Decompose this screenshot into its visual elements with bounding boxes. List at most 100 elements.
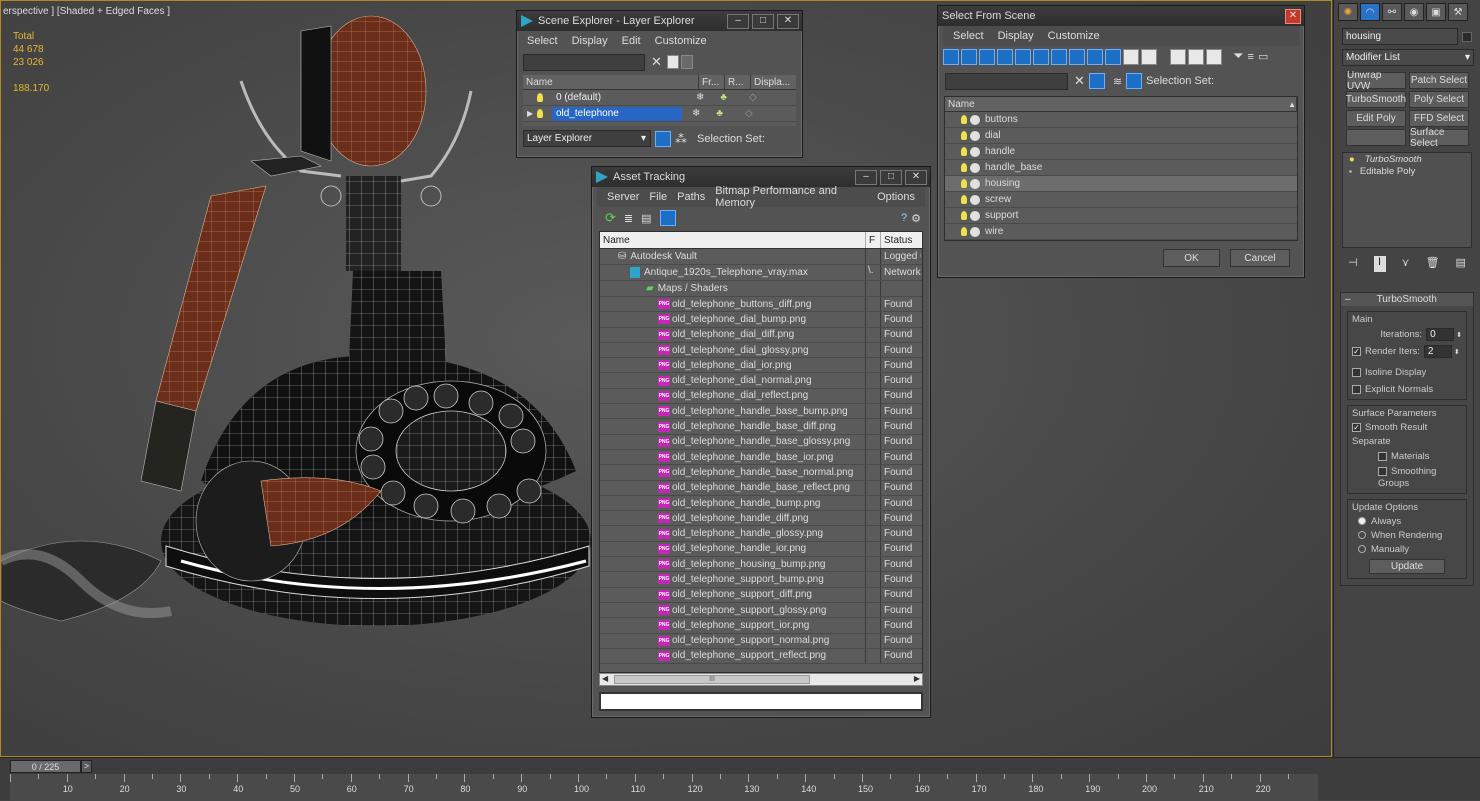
light-bulb-icon[interactable]: ●: [1349, 154, 1355, 165]
asset-row[interactable]: PNG old_telephone_dial_bump.png Found: [600, 312, 922, 328]
col-status[interactable]: Status: [881, 232, 921, 248]
funnel-icon[interactable]: ⏷: [1233, 48, 1243, 63]
hierarchy-icon[interactable]: ⁂: [675, 132, 687, 146]
object-name-input[interactable]: housing: [1342, 28, 1459, 45]
layer-row[interactable]: 0 (default) ❄ ♣ ◇: [523, 90, 796, 106]
isoline-checkbox[interactable]: [1352, 367, 1361, 377]
close-button[interactable]: ✕: [905, 169, 927, 185]
object-row[interactable]: screw: [945, 192, 1297, 208]
asset-row[interactable]: PNG old_telephone_dial_ior.png Found: [600, 358, 922, 374]
asset-row[interactable]: PNG old_telephone_handle_base_bump.png Fou…: [600, 404, 922, 420]
layers-icon[interactable]: ≋: [1113, 75, 1122, 88]
filter-xrefs-icon[interactable]: [1069, 49, 1085, 66]
asset-row[interactable]: PNG old_telephone_handle_base_normal.png F…: [600, 465, 922, 481]
utilities-tab-icon[interactable]: ⚒: [1448, 3, 1468, 21]
horizontal-scrollbar[interactable]: ◀ III ▶: [599, 673, 923, 686]
col-name[interactable]: Name: [523, 75, 699, 89]
update-button[interactable]: Update: [1369, 559, 1445, 574]
pin-stack-icon[interactable]: ⊣: [1348, 256, 1358, 272]
menu-select[interactable]: Select: [953, 30, 984, 42]
scene-explorer-titlebar[interactable]: Scene Explorer - Layer Explorer – □ ✕: [517, 11, 802, 31]
col-flag[interactable]: F: [866, 232, 881, 248]
table-view-icon[interactable]: ▤: [641, 212, 651, 225]
asset-row[interactable]: PNG old_telephone_dial_glossy.png Found: [600, 342, 922, 359]
select-search-input[interactable]: [945, 72, 1068, 90]
spinner-arrows-icon[interactable]: ⬍: [1454, 348, 1460, 356]
iterations-spinner[interactable]: 0: [1426, 328, 1455, 341]
configure-sets-icon[interactable]: ▤: [1456, 256, 1466, 272]
asset-row[interactable]: PNG old_telephone_dial_reflect.png Found: [600, 388, 922, 405]
asset-row[interactable]: PNG old_telephone_support_glossy.png Found: [600, 602, 922, 619]
stack-item[interactable]: ▪ Editable Poly: [1343, 165, 1471, 177]
scene-explorer-search-input[interactable]: [523, 53, 645, 71]
poly-select-button[interactable]: Poly Select: [1409, 91, 1469, 108]
when-rendering-radio[interactable]: [1358, 531, 1366, 540]
col-name[interactable]: Name: [600, 232, 866, 248]
help-icon[interactable]: ?: [901, 212, 907, 224]
scroll-left-icon[interactable]: ◀: [602, 674, 608, 683]
menu-edit[interactable]: Edit: [622, 35, 641, 47]
light-bulb-icon[interactable]: [537, 93, 543, 102]
filter-helpers-icon[interactable]: [1015, 49, 1031, 66]
light-bulb-icon[interactable]: [961, 195, 967, 204]
refresh-icon[interactable]: ⟳: [605, 210, 616, 226]
freeze-icon[interactable]: ❄: [696, 92, 704, 103]
maps-group-row[interactable]: ▰ Maps / Shaders: [600, 281, 922, 297]
modify-tab-icon[interactable]: ◠: [1360, 3, 1380, 21]
time-ruler[interactable]: 10 20 30 40 50 60 70 80 90 100 110 120 130 140 150 160 1…: [10, 774, 1318, 801]
object-row[interactable]: buttons: [945, 112, 1297, 128]
menu-display[interactable]: Display: [998, 30, 1034, 42]
scroll-right-icon[interactable]: ▶: [914, 674, 920, 683]
remove-modifier-icon[interactable]: 🗑: [1426, 256, 1440, 272]
clear-search-icon[interactable]: ✕: [651, 54, 662, 70]
explicit-normals-checkbox[interactable]: [1352, 384, 1361, 394]
light-bulb-icon[interactable]: [961, 147, 967, 156]
materials-checkbox[interactable]: [1378, 451, 1387, 461]
time-slider[interactable]: 0 / 225: [10, 760, 81, 773]
rollout-header[interactable]: – TurboSmooth: [1341, 293, 1473, 306]
next-frame-button[interactable]: >: [81, 760, 92, 773]
menu-select[interactable]: Select: [527, 35, 558, 47]
minimize-button[interactable]: –: [727, 13, 749, 29]
asset-row[interactable]: PNG old_telephone_housing_bump.png Found: [600, 557, 922, 573]
empty-modifier-button[interactable]: [1346, 129, 1406, 146]
menu-paths[interactable]: Paths: [677, 191, 705, 203]
close-button[interactable]: ✕: [1285, 8, 1301, 24]
filter-shapes-icon[interactable]: [961, 49, 977, 66]
motion-tab-icon[interactable]: ◉: [1404, 3, 1424, 21]
light-bulb-icon[interactable]: [961, 131, 967, 140]
asset-row[interactable]: PNG old_telephone_handle_diff.png Found: [600, 511, 922, 527]
filter-cameras-icon[interactable]: [997, 49, 1013, 66]
make-unique-icon[interactable]: ⋎: [1402, 256, 1410, 272]
manually-radio[interactable]: [1358, 545, 1366, 554]
render-iters-spinner[interactable]: 2: [1423, 345, 1452, 358]
always-radio[interactable]: [1358, 517, 1366, 526]
col-render[interactable]: R...: [725, 75, 751, 89]
select-from-scene-titlebar[interactable]: Select From Scene ✕: [938, 6, 1304, 26]
asset-row[interactable]: PNG old_telephone_dial_diff.png Found: [600, 327, 922, 343]
patch-select-button[interactable]: Patch Select: [1409, 72, 1469, 89]
list-options-icon[interactable]: ▭: [1258, 51, 1268, 63]
vault-row[interactable]: ⛁Autodesk Vault Logged C: [600, 249, 922, 265]
col-freeze[interactable]: Fr...: [699, 75, 725, 89]
settings-icon[interactable]: ⚙: [911, 212, 921, 225]
asset-row[interactable]: PNG old_telephone_handle_glossy.png Found: [600, 526, 922, 542]
explorer-type-dropdown[interactable]: Layer Explorer ▾: [523, 130, 651, 147]
maximize-button[interactable]: □: [880, 169, 902, 185]
cancel-button[interactable]: Cancel: [1230, 249, 1290, 267]
grid-view-icon[interactable]: [659, 210, 676, 226]
asset-row[interactable]: PNG old_telephone_support_reflect.png Foun…: [600, 648, 922, 665]
spinner-arrows-icon[interactable]: ⬍: [1456, 331, 1462, 339]
asset-row[interactable]: PNG old_telephone_support_bump.png Found: [600, 572, 922, 588]
menu-customize[interactable]: Customize: [1048, 30, 1100, 42]
filter-containers-icon[interactable]: [1105, 49, 1121, 66]
menu-display[interactable]: Display: [572, 35, 608, 47]
filter-frozen-icon[interactable]: [1123, 49, 1139, 66]
unwrap-uvw-button[interactable]: Unwrap UVW: [1346, 70, 1406, 92]
light-bulb-icon[interactable]: [961, 163, 967, 172]
object-row[interactable]: handle: [945, 144, 1297, 160]
object-row[interactable]: housing: [945, 176, 1297, 192]
asset-row[interactable]: PNG old_telephone_support_normal.png Found: [600, 633, 922, 649]
menu-customize[interactable]: Customize: [655, 35, 707, 47]
expand-icon[interactable]: ▶: [523, 109, 537, 118]
